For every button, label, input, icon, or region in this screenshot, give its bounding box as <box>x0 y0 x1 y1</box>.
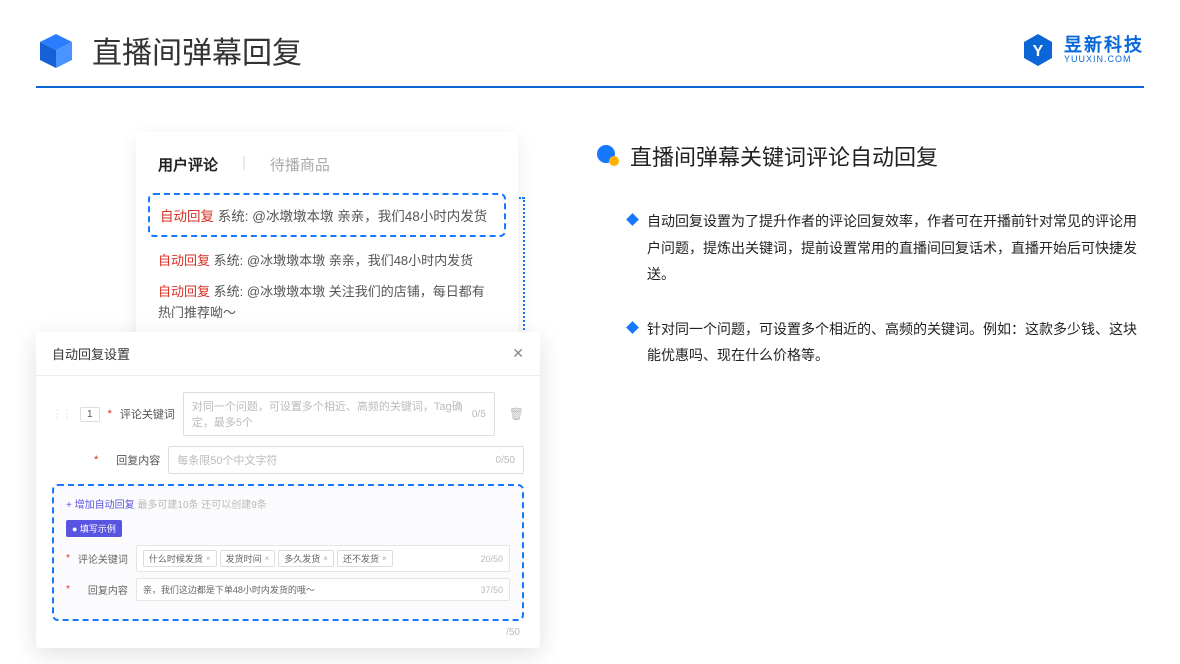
example-reply-text: 亲，我们这边都是下单48小时内发货的哦～ <box>143 583 315 596</box>
close-icon[interactable]: ✕ <box>512 345 524 362</box>
settings-title: 自动回复设置 <box>52 344 130 363</box>
comment-text: @冰墩墩本墩 亲亲，我们48小时内发货 <box>247 253 473 268</box>
required-star: * <box>108 408 112 420</box>
example-keyword-input[interactable]: 什么时候发货×发货时间×多久发货×还不发货× 20/50 <box>136 545 510 572</box>
reply-label: 回复内容 <box>106 452 160 468</box>
comment-row: 自动回复 系统: @冰墩墩本墩 亲亲，我们48小时内发货 <box>158 251 496 272</box>
tag-chip[interactable]: 什么时候发货× <box>143 550 217 567</box>
example-block: + 增加自动回复 最多可建10条 还可以创建9条 ● 填写示例 * 评论关键词 … <box>52 484 524 621</box>
tag-chip[interactable]: 多久发货× <box>278 550 334 567</box>
system-label: 系统: <box>214 284 244 299</box>
tag-chip[interactable]: 还不发货× <box>337 550 393 567</box>
brand-logo-icon: Y <box>1020 32 1056 68</box>
example-keyword-count: 20/50 <box>480 554 503 564</box>
reply-char-count: 0/50 <box>496 455 515 466</box>
system-label: 系统: <box>214 253 244 268</box>
bullet-item: 自动回复设置为了提升作者的评论回复效率，作者可在开播前针对常见的评论用户问题，提… <box>596 208 1144 288</box>
required-star: * <box>66 584 70 595</box>
diamond-icon <box>626 321 639 334</box>
page-title: 直播间弹幕回复 <box>92 28 1020 72</box>
keyword-label: 评论关键词 <box>120 406 175 422</box>
example-tags: 什么时候发货×发货时间×多久发货×还不发货× <box>143 550 396 567</box>
reply-placeholder: 每条限50个中文字符 <box>177 452 277 468</box>
tab-user-comments[interactable]: 用户评论 <box>158 154 218 175</box>
svg-text:Y: Y <box>1033 43 1044 60</box>
cube-icon <box>36 30 76 70</box>
brand-name: 昱新科技 <box>1064 36 1144 54</box>
example-reply-label: 回复内容 <box>78 582 128 597</box>
tag-remove-icon[interactable]: × <box>323 554 328 563</box>
bullet-text: 针对同一个问题，可设置多个相近的、高频的关键词。例如：这款多少钱、这块能优惠吗、… <box>647 316 1144 369</box>
tag-remove-icon[interactable]: × <box>382 554 387 563</box>
comments-card: 用户评论 | 待播商品 自动回复 系统: @冰墩墩本墩 亲亲，我们48小时内发货… <box>136 132 518 363</box>
bullet-text: 自动回复设置为了提升作者的评论回复效率，作者可在开播前针对常见的评论用户问题，提… <box>647 208 1144 288</box>
keyword-placeholder: 对同一个问题，可设置多个相近、高频的关键词，Tag确定，最多5个 <box>192 398 472 430</box>
tab-divider: | <box>242 154 246 175</box>
auto-reply-settings-card: 自动回复设置 ✕ ⋮⋮ 1 * 评论关键词 对同一个问题，可设置多个相近、高频的… <box>36 332 540 648</box>
auto-reply-tag: 自动回复 <box>160 209 214 224</box>
section-title: 直播间弹幕关键词评论自动回复 <box>630 140 938 172</box>
row-number: 1 <box>80 407 100 422</box>
example-reply-count: 37/50 <box>480 585 503 595</box>
auto-reply-tag: 自动回复 <box>158 284 210 299</box>
tag-chip[interactable]: 发货时间× <box>220 550 276 567</box>
comment-row: 自动回复 系统: @冰墩墩本墩 关注我们的店铺，每日都有热门推荐呦～ <box>158 282 496 324</box>
tag-remove-icon[interactable]: × <box>265 554 270 563</box>
brand-block: Y 昱新科技 YUUXIN.COM <box>1020 32 1144 68</box>
add-auto-reply-link[interactable]: + 增加自动回复 <box>66 500 135 511</box>
bubble-icon <box>596 144 620 168</box>
comment-text: @冰墩墩本墩 亲亲，我们48小时内发货 <box>252 209 487 224</box>
required-star: * <box>94 454 98 466</box>
system-label: 系统: <box>218 209 249 224</box>
bottom-count: /50 <box>52 627 524 638</box>
add-note: 最多可建10条 还可以创建9条 <box>137 500 266 511</box>
delete-icon[interactable]: 🗑 <box>509 407 524 421</box>
bullet-item: 针对同一个问题，可设置多个相近的、高频的关键词。例如：这款多少钱、这块能优惠吗、… <box>596 316 1144 369</box>
keyword-input[interactable]: 对同一个问题，可设置多个相近、高频的关键词，Tag确定，最多5个 0/5 <box>183 392 495 436</box>
highlighted-comment: 自动回复 系统: @冰墩墩本墩 亲亲，我们48小时内发货 <box>148 193 506 237</box>
reply-input[interactable]: 每条限50个中文字符 0/50 <box>168 446 524 474</box>
example-reply-input[interactable]: 亲，我们这边都是下单48小时内发货的哦～ 37/50 <box>136 578 510 601</box>
required-star: * <box>66 553 70 564</box>
tag-remove-icon[interactable]: × <box>206 554 211 563</box>
tab-pending-products[interactable]: 待播商品 <box>270 154 330 175</box>
example-badge: ● 填写示例 <box>66 520 122 537</box>
brand-url: YUUXIN.COM <box>1064 54 1132 64</box>
example-keyword-label: 评论关键词 <box>78 551 128 566</box>
keyword-char-count: 0/5 <box>472 409 486 420</box>
diamond-icon <box>626 213 639 226</box>
auto-reply-tag: 自动回复 <box>158 253 210 268</box>
